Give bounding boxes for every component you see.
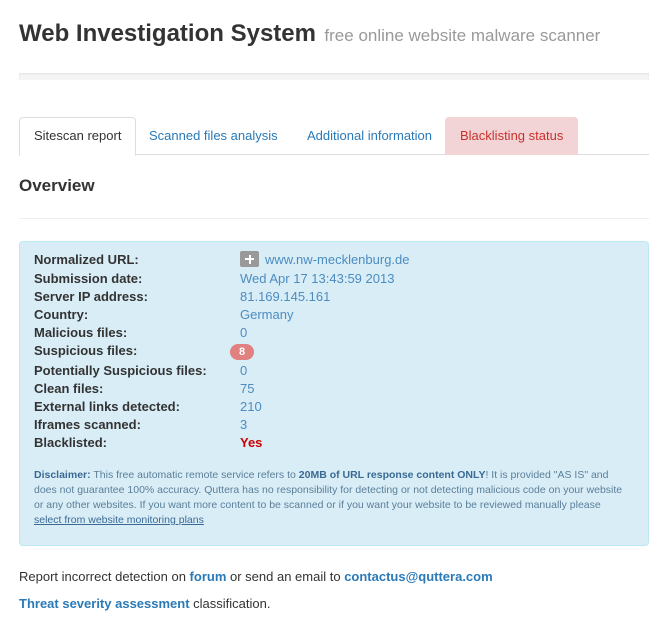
- scan-summary-box: Normalized URL: www.nw-mecklenburg.de Su…: [19, 241, 649, 546]
- app-subtitle: free online website malware scanner: [324, 26, 601, 45]
- row-submission-date: Submission date: Wed Apr 17 13:43:59 201…: [34, 270, 634, 288]
- row-suspicious-files: Suspicious files: 8: [34, 342, 634, 360]
- malicious-files-label: Malicious files:: [34, 325, 128, 340]
- tab-sitescan-report[interactable]: Sitescan report: [19, 117, 137, 156]
- forum-link[interactable]: forum: [190, 569, 227, 584]
- suspicious-count-badge[interactable]: 8: [230, 344, 254, 360]
- server-ip-value: 81.169.145.161: [240, 289, 331, 304]
- report-tabs: Sitescan report Scanned files analysis A…: [19, 117, 649, 156]
- row-clean-files: Clean files: 75: [34, 380, 634, 398]
- footer-prefix: Report incorrect detection on: [19, 569, 190, 584]
- footer-suffix: classification.: [189, 596, 271, 611]
- submission-date-value: Wed Apr 17 13:43:59 2013: [240, 271, 395, 286]
- disclaimer-label: Disclaimer:: [34, 469, 91, 481]
- normalized-url-label: Normalized URL:: [34, 252, 139, 267]
- monitoring-plans-link[interactable]: select from website monitoring plans: [34, 514, 204, 526]
- disclaimer-text-1: This free automatic remote service refer…: [90, 469, 299, 481]
- country-label: Country:: [34, 307, 89, 322]
- tab-scanned-files-analysis[interactable]: Scanned files analysis: [134, 117, 293, 155]
- threat-severity-link[interactable]: Threat severity assessment: [19, 596, 190, 611]
- normalized-url-value: www.nw-mecklenburg.de: [240, 251, 410, 269]
- submission-date-label: Submission date:: [34, 271, 143, 286]
- footer-middle: or send an email to: [226, 569, 345, 584]
- row-malicious-files: Malicious files: 0: [34, 324, 634, 342]
- malicious-files-value: 0: [240, 325, 248, 340]
- row-external-links: External links detected: 210: [34, 398, 634, 416]
- tab-blacklisting-status[interactable]: Blacklisting status: [445, 117, 579, 155]
- iframes-scanned-value: 3: [240, 417, 248, 432]
- report-detection-line: Report incorrect detection on forum or s…: [19, 569, 493, 584]
- row-server-ip: Server IP address: 81.169.145.161: [34, 288, 634, 306]
- scan-progress-fill: [19, 80, 649, 95]
- suspicious-files-value: 8: [230, 342, 254, 360]
- suspicious-files-label: Suspicious files:: [34, 343, 138, 358]
- clean-files-value: 75: [240, 381, 255, 396]
- app-title: Web Investigation System: [19, 20, 316, 47]
- row-country: Country: Germany: [34, 306, 634, 324]
- tab-additional-information[interactable]: Additional information: [292, 117, 447, 155]
- clean-files-label: Clean files:: [34, 381, 104, 396]
- row-blacklisted: Blacklisted: Yes: [34, 434, 634, 452]
- potentially-suspicious-files-label: Potentially Suspicious files:: [34, 363, 207, 378]
- disclaimer: Disclaimer: This free automatic remote s…: [34, 468, 624, 528]
- plus-icon[interactable]: [240, 251, 259, 267]
- normalized-url-link[interactable]: www.nw-mecklenburg.de: [265, 252, 410, 267]
- external-links-label: External links detected:: [34, 399, 180, 414]
- potentially-suspicious-files-value: 0: [240, 363, 248, 378]
- external-links-value: 210: [240, 399, 262, 414]
- blacklisted-label: Blacklisted:: [34, 435, 107, 450]
- iframes-scanned-label: Iframes scanned:: [34, 417, 141, 432]
- row-normalized-url: Normalized URL: www.nw-mecklenburg.de: [34, 251, 634, 269]
- server-ip-label: Server IP address:: [34, 289, 148, 304]
- divider: [19, 218, 649, 219]
- disclaimer-bold-1: 20MB of URL response content ONLY: [298, 469, 486, 481]
- email-link[interactable]: contactus@quttera.com: [344, 569, 492, 584]
- row-potentially-suspicious-files: Potentially Suspicious files: 0: [34, 362, 634, 380]
- overview-heading: Overview: [19, 176, 95, 195]
- page-header: Web Investigation System free online web…: [19, 20, 659, 48]
- country-value: Germany: [240, 307, 294, 322]
- blacklisted-value: Yes: [240, 435, 263, 450]
- threat-severity-line: Threat severity assessment classificatio…: [19, 596, 270, 611]
- scan-progress-bar: [19, 73, 649, 95]
- row-iframes-scanned: Iframes scanned: 3: [34, 416, 634, 434]
